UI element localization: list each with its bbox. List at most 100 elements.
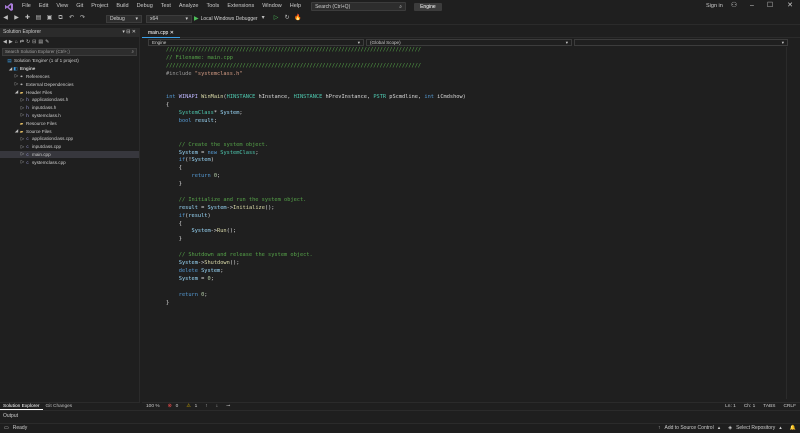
- code-line[interactable]: // Filename: main.cpp: [150, 55, 750, 63]
- search-input[interactable]: Search (Ctrl+Q) ⌕: [311, 2, 407, 11]
- select-repository-button[interactable]: Select Repository: [736, 424, 779, 433]
- repository-icon[interactable]: ◈: [724, 424, 736, 433]
- home-icon[interactable]: ⌂: [15, 39, 18, 45]
- code-line[interactable]: // Create the system object.: [150, 142, 750, 150]
- code-line[interactable]: result = System->Initialize();: [150, 205, 750, 213]
- hot-reload-icon[interactable]: 🔥: [294, 14, 303, 23]
- tree-item[interactable]: ◢ ▰ Source Files: [0, 127, 139, 135]
- start-without-debugging-icon[interactable]: ▷: [272, 14, 281, 23]
- code-line[interactable]: int WINAPI WinMain(HINSTANCE hInstance, …: [150, 94, 750, 102]
- open-icon[interactable]: ▤: [34, 14, 43, 23]
- output-panel-tab[interactable]: Output: [0, 410, 800, 421]
- platform-select[interactable]: x64 ▾: [146, 14, 192, 23]
- warning-count[interactable]: 1: [195, 403, 202, 410]
- tree-item[interactable]: ▷ c applicationclass.cpp: [0, 135, 139, 143]
- sync-icon[interactable]: ⇄: [20, 39, 24, 45]
- code-line[interactable]: [150, 284, 750, 292]
- solution-search-input[interactable]: Search Solution Explorer (Ctrl+;) ⌕: [2, 48, 137, 56]
- menu-item-test[interactable]: Test: [157, 0, 175, 13]
- arrow-up-icon[interactable]: ↑: [201, 403, 211, 410]
- zoom-level[interactable]: 100 %: [142, 403, 164, 410]
- local-debugger-button[interactable]: Local Windows Debugger: [201, 16, 258, 22]
- new-item-icon[interactable]: ✚: [23, 14, 32, 23]
- notifications-icon[interactable]: 🔔: [786, 424, 800, 433]
- code-line[interactable]: return 0;: [150, 173, 750, 181]
- tab-git-changes[interactable]: Git Changes: [43, 403, 76, 410]
- arrow-down-icon[interactable]: ↓: [212, 403, 222, 410]
- code-line[interactable]: }: [150, 300, 750, 308]
- forward-icon[interactable]: ▶: [9, 39, 13, 45]
- panel-options-icon[interactable]: ▾ ⊟ ✕: [122, 28, 136, 37]
- tree-item[interactable]: ◢ ▰ Header Files: [0, 88, 139, 96]
- code-line[interactable]: #include "systemclass.h": [150, 71, 750, 79]
- tree-item[interactable]: ▷ h inputclass.h: [0, 104, 139, 112]
- tree-item[interactable]: ▷ c main.cpp: [0, 150, 139, 159]
- tree-item[interactable]: ▷ h systemclass.h: [0, 112, 139, 120]
- scope-dropdown[interactable]: (Global Scope) ▾: [366, 39, 572, 46]
- code-line[interactable]: {: [150, 102, 750, 110]
- code-line[interactable]: }: [150, 236, 750, 244]
- menu-item-extensions[interactable]: Extensions: [223, 0, 258, 13]
- code-line[interactable]: System->Shutdown();: [150, 260, 750, 268]
- code-line[interactable]: [150, 79, 750, 87]
- menu-item-help[interactable]: Help: [286, 0, 305, 13]
- source-control-icon[interactable]: ↑: [654, 424, 665, 433]
- back-icon[interactable]: ◀: [1, 14, 10, 23]
- project-dropdown[interactable]: Engine ▾: [148, 39, 364, 46]
- code-line[interactable]: [150, 86, 750, 94]
- code-line[interactable]: System = new SystemClass;: [150, 150, 750, 158]
- refresh-icon[interactable]: ↻: [26, 39, 30, 45]
- member-dropdown[interactable]: ▾: [574, 39, 788, 46]
- code-line[interactable]: }: [150, 181, 750, 189]
- code-line[interactable]: System = 0;: [150, 276, 750, 284]
- tree-item[interactable]: ▤ Solution 'Engine' (1 of 1 project): [0, 57, 139, 65]
- code-line[interactable]: [150, 244, 750, 252]
- maximize-icon[interactable]: ☐: [762, 0, 778, 13]
- show-all-files-icon[interactable]: ▤: [38, 39, 43, 45]
- code-line[interactable]: ////////////////////////////////////////…: [150, 63, 750, 71]
- code-editor[interactable]: ////////////////////////////////////////…: [150, 47, 750, 399]
- wrench-icon[interactable]: ✎: [45, 39, 49, 45]
- tree-item[interactable]: ▰ Resource Files: [0, 119, 139, 127]
- indent-mode[interactable]: TABS: [759, 403, 779, 410]
- menu-item-tools[interactable]: Tools: [202, 0, 223, 13]
- tab-solution-explorer[interactable]: Solution Explorer: [0, 403, 43, 410]
- save-all-icon[interactable]: ⧉: [56, 14, 65, 23]
- code-line[interactable]: delete System;: [150, 268, 750, 276]
- code-line[interactable]: // Initialize and run the system object.: [150, 197, 750, 205]
- back-icon[interactable]: ◀: [3, 39, 7, 45]
- code-line[interactable]: System->Run();: [150, 228, 750, 236]
- sign-in-link[interactable]: Sign in: [706, 0, 723, 13]
- chevron-down-icon[interactable]: ▾: [259, 14, 268, 23]
- cursor-column[interactable]: Ch: 1: [740, 403, 759, 410]
- error-count[interactable]: 0: [176, 403, 183, 410]
- code-line[interactable]: {: [150, 221, 750, 229]
- tree-item[interactable]: ▷ h applicationclass.h: [0, 96, 139, 104]
- code-line[interactable]: ////////////////////////////////////////…: [150, 47, 750, 55]
- menu-item-edit[interactable]: Edit: [35, 0, 52, 13]
- tab-main-cpp[interactable]: main.cpp ✕: [142, 27, 180, 38]
- attach-icon[interactable]: ↻: [283, 14, 292, 23]
- menu-item-analyze[interactable]: Analyze: [175, 0, 203, 13]
- error-icon[interactable]: ⊗: [164, 403, 176, 410]
- tree-item[interactable]: ▷ ⚭ References: [0, 73, 139, 81]
- code-line[interactable]: [150, 134, 750, 142]
- undo-icon[interactable]: ↶: [67, 14, 76, 23]
- start-debugging-icon[interactable]: ▶: [194, 15, 199, 22]
- redo-icon[interactable]: ↷: [78, 14, 87, 23]
- code-line[interactable]: [150, 126, 750, 134]
- save-icon[interactable]: ▣: [45, 14, 54, 23]
- cleanup-icon[interactable]: ⊸: [222, 403, 234, 410]
- code-line[interactable]: [150, 189, 750, 197]
- menu-item-view[interactable]: View: [52, 0, 72, 13]
- tree-item[interactable]: ▷ c systemclass.cpp: [0, 158, 139, 166]
- editor-scrollbar[interactable]: [786, 47, 794, 399]
- line-endings[interactable]: CRLF: [779, 403, 800, 410]
- code-line[interactable]: bool result;: [150, 118, 750, 126]
- close-icon[interactable]: ✕: [170, 30, 174, 36]
- configuration-select[interactable]: Debug ▾: [106, 14, 142, 23]
- menu-item-build[interactable]: Build: [112, 0, 132, 13]
- cursor-line[interactable]: Ln: 1: [721, 403, 740, 410]
- code-line[interactable]: SystemClass* System;: [150, 110, 750, 118]
- menu-item-window[interactable]: Window: [258, 0, 286, 13]
